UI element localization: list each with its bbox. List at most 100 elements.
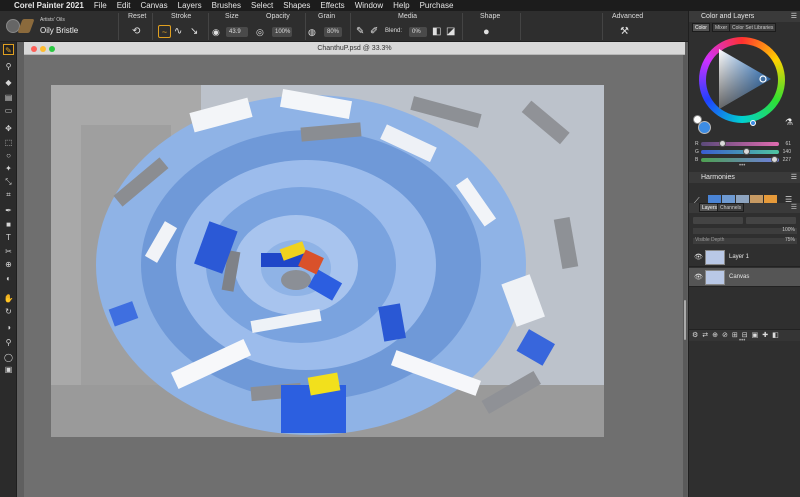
menu-window[interactable]: Window [355,0,383,11]
color-panel-header[interactable]: Color and Layers ☰ [689,11,800,22]
eye-icon[interactable]: 👁 [694,268,703,287]
magnifier-tool-icon[interactable]: ⚲ [3,337,14,348]
transform-tool-icon[interactable]: ⤡ [3,176,14,187]
menu-layers[interactable]: Layers [178,0,202,11]
layers-menu-icon[interactable]: ☰ [791,203,797,212]
magic-wand-icon[interactable]: ✦ [3,163,14,174]
visible-depth-value[interactable]: 75% [785,237,795,243]
composite-method-select[interactable] [693,217,743,224]
layer-action-icons[interactable]: ⚙⇄⊕⊘⊞⊟▣✚◧ [692,332,783,339]
opacity-slider[interactable]: 100% [693,227,797,234]
menu-help[interactable]: Help [393,0,409,11]
zoom-window-button[interactable] [49,46,55,52]
rotate-page-icon[interactable]: ↻ [3,306,14,317]
brush-icon[interactable]: ✎ [356,26,364,38]
red-track[interactable] [701,142,779,146]
menu-effects[interactable]: Effects [320,0,344,11]
menu-shapes[interactable]: Shapes [283,0,310,11]
move-tool-icon[interactable]: ✥ [3,123,14,134]
layer-options-select[interactable] [746,217,796,224]
blue-value[interactable]: 227 [783,157,791,163]
layer-opacity-value[interactable]: 100% [782,227,795,233]
green-value[interactable]: 140 [783,149,791,155]
hue-knob[interactable] [750,120,756,126]
mirror-tool-icon[interactable]: ◑ [3,322,14,333]
dodge-tool-icon[interactable]: ◐ [3,273,14,284]
blend-brush-icon[interactable]: ✐ [370,26,378,38]
size-field[interactable]: 43.9 [226,27,248,37]
paint-bucket-icon[interactable]: ◆ [3,77,14,88]
menu-canvas[interactable]: Canvas [141,0,168,11]
green-knob[interactable] [743,148,750,155]
blend-field[interactable]: 0% [409,27,427,37]
tab-mixer[interactable]: Mixer [712,23,731,32]
tab-channels[interactable]: Channels [717,203,745,212]
lasso-tool-icon[interactable]: ○ [3,150,14,161]
stroke-options-icon[interactable]: ↘ [190,26,198,38]
visible-depth-slider[interactable]: Visible Depth 75% [693,237,797,244]
menu-edit[interactable]: Edit [117,0,131,11]
cloner-tool-icon[interactable]: ⊕ [3,259,14,270]
blue-track[interactable] [701,158,779,162]
opacity-field[interactable]: 100% [272,27,292,37]
shape-icon[interactable]: ● [483,26,490,38]
red-value[interactable]: 61 [785,141,791,147]
divider [208,13,209,40]
freehand-stroke-icon[interactable]: ~ [158,25,171,38]
media-icon-a[interactable]: ◧ [432,26,441,38]
harmonies-menu-icon[interactable]: ☰ [791,172,797,183]
grain-icon: ◍ [308,27,316,37]
straight-stroke-icon[interactable]: ∿ [174,26,182,38]
expand-dots[interactable]: ••• [739,338,745,344]
brush-tool-icon[interactable]: ✎ [3,44,14,55]
color-variability-icon[interactable]: ⚗ [785,117,793,128]
advanced-brush-icon[interactable]: ⚒ [620,26,629,38]
perspective-tool-icon[interactable]: ◯ [3,352,14,363]
dropper-tool-icon[interactable]: ⚲ [3,61,14,72]
gradient-tool-icon[interactable]: ▤ [3,92,14,103]
harmonies-header[interactable]: Harmonies ☰ [689,172,800,183]
blue-knob[interactable] [771,156,778,163]
panel-menu-icon[interactable]: ☰ [791,11,797,22]
grain-field[interactable]: 80% [324,27,342,37]
shape-tool-icon[interactable]: ■ [3,219,14,230]
rect-select-icon[interactable]: ⬚ [3,137,14,148]
menu-brushes[interactable]: Brushes [212,0,241,11]
tab-color[interactable]: Color [692,23,710,32]
pen-tool-icon[interactable]: ✒ [3,205,14,216]
layer-row-canvas[interactable]: 👁 Canvas [689,268,800,287]
expand-dots[interactable]: ••• [739,163,745,169]
media-icon-b[interactable]: ◪ [446,26,455,38]
toolbox: ✎ ⚲ ◆ ▤ ▭ ✥ ⬚ ○ ✦ ⤡ ⌗ ✒ ■ T ✂ ⊕ ◐ ✋ ↻ ◑ … [0,42,17,497]
painting-canvas[interactable] [51,85,604,437]
close-window-button[interactable] [31,46,37,52]
tab-color-set-libraries[interactable]: Color Set Libraries [729,23,777,32]
red-knob[interactable] [719,140,726,147]
scrollbar-thumb[interactable] [684,300,686,340]
brush-variant-icon[interactable] [17,19,35,33]
brush-variant-label[interactable]: Oily Bristle [40,26,78,35]
eraser-tool-icon[interactable]: ▭ [3,105,14,116]
blue-slider[interactable]: B 227 [695,156,799,163]
scissors-tool-icon[interactable]: ✂ [3,246,14,257]
green-slider[interactable]: G 140 [695,148,799,155]
grabber-tool-icon[interactable]: ✋ [3,293,14,304]
layer-row-layer-1[interactable]: 👁 Layer 1 [689,248,800,267]
advanced-label: Advanced [612,13,644,20]
main-color-swatch[interactable] [698,121,711,134]
saturation-triangle[interactable] [711,47,775,113]
green-track[interactable] [701,150,779,154]
menu-select[interactable]: Select [251,0,273,11]
color-swatch-icon[interactable]: ▣ [3,364,14,375]
reset-brush-icon[interactable]: ⟲ [132,26,140,38]
vertical-scrollbar[interactable] [683,55,687,497]
menu-app-name[interactable]: Corel Painter 2021 [14,0,84,11]
menu-purchase[interactable]: Purchase [420,0,454,11]
red-slider[interactable]: R 61 [695,140,799,147]
text-tool-icon[interactable]: T [3,232,14,243]
minimize-window-button[interactable] [40,46,46,52]
menu-file[interactable]: File [94,0,107,11]
crop-tool-icon[interactable]: ⌗ [3,189,14,200]
eye-icon[interactable]: 👁 [694,248,703,267]
brush-category-label[interactable]: Artists' Oils [40,17,65,23]
